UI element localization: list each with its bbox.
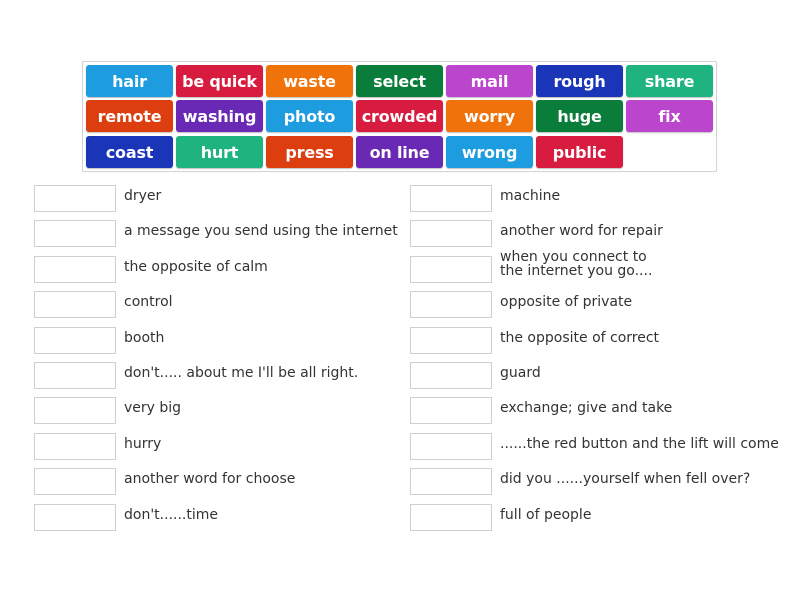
clue-text: full of people bbox=[500, 507, 592, 523]
clue-text: control bbox=[124, 294, 173, 310]
answer-drop-box[interactable] bbox=[34, 185, 116, 212]
answer-drop-box[interactable] bbox=[410, 362, 492, 389]
clue-text: don't......time bbox=[124, 507, 218, 523]
answer-drop-box[interactable] bbox=[34, 433, 116, 460]
word-tile[interactable]: public bbox=[536, 136, 623, 168]
word-tile[interactable]: huge bbox=[536, 100, 623, 132]
answer-drop-box[interactable] bbox=[34, 220, 116, 247]
word-tile[interactable]: coast bbox=[86, 136, 173, 168]
answer-drop-box[interactable] bbox=[410, 220, 492, 247]
answer-drop-box[interactable] bbox=[410, 256, 492, 283]
word-tile[interactable]: washing bbox=[176, 100, 263, 132]
answer-drop-box[interactable] bbox=[410, 291, 492, 318]
word-tile[interactable]: share bbox=[626, 65, 713, 97]
word-tile[interactable]: be quick bbox=[176, 65, 263, 97]
clue-text: the opposite of calm bbox=[124, 259, 268, 275]
word-tile[interactable]: waste bbox=[266, 65, 353, 97]
clue-text: ......the red button and the lift will c… bbox=[500, 436, 779, 452]
clue-text: when you connect to the internet you go.… bbox=[500, 249, 653, 279]
clue-text: exchange; give and take bbox=[500, 400, 673, 416]
answer-drop-box[interactable] bbox=[410, 433, 492, 460]
answer-drop-box[interactable] bbox=[34, 327, 116, 354]
answer-drop-box[interactable] bbox=[410, 504, 492, 531]
clue-text: another word for choose bbox=[124, 471, 296, 487]
answer-drop-box[interactable] bbox=[34, 256, 116, 283]
word-tile[interactable]: wrong bbox=[446, 136, 533, 168]
clue-text: a message you send using the internet bbox=[124, 223, 398, 239]
word-tile[interactable]: on line bbox=[356, 136, 443, 168]
clue-text: guard bbox=[500, 365, 541, 381]
word-tile[interactable]: press bbox=[266, 136, 353, 168]
word-tile[interactable]: select bbox=[356, 65, 443, 97]
answer-drop-box[interactable] bbox=[410, 468, 492, 495]
clue-text: did you ......yourself when fell over? bbox=[500, 471, 751, 487]
clue-text: machine bbox=[500, 188, 561, 204]
clue-text: booth bbox=[124, 330, 165, 346]
word-tile[interactable]: photo bbox=[266, 100, 353, 132]
word-tile[interactable]: mail bbox=[446, 65, 533, 97]
answer-drop-box[interactable] bbox=[34, 504, 116, 531]
answer-drop-box[interactable] bbox=[34, 291, 116, 318]
word-tile[interactable]: fix bbox=[626, 100, 713, 132]
clue-text: very big bbox=[124, 400, 182, 416]
word-tile[interactable]: crowded bbox=[356, 100, 443, 132]
word-tile[interactable]: hair bbox=[86, 65, 173, 97]
word-tile[interactable]: worry bbox=[446, 100, 533, 132]
answer-drop-box[interactable] bbox=[34, 468, 116, 495]
clue-text: another word for repair bbox=[500, 223, 663, 239]
clue-text: the opposite of correct bbox=[500, 330, 660, 346]
word-tile[interactable]: rough bbox=[536, 65, 623, 97]
word-tile[interactable]: hurt bbox=[176, 136, 263, 168]
answer-drop-box[interactable] bbox=[410, 397, 492, 424]
clue-text: hurry bbox=[124, 436, 162, 452]
clue-text: dryer bbox=[124, 188, 162, 204]
clue-text: opposite of private bbox=[500, 294, 633, 310]
answer-drop-box[interactable] bbox=[34, 397, 116, 424]
answer-drop-box[interactable] bbox=[34, 362, 116, 389]
answer-drop-box[interactable] bbox=[410, 185, 492, 212]
clue-text: don't..... about me I'll be all right. bbox=[124, 365, 359, 381]
word-tile[interactable]: remote bbox=[86, 100, 173, 132]
answer-drop-box[interactable] bbox=[410, 327, 492, 354]
